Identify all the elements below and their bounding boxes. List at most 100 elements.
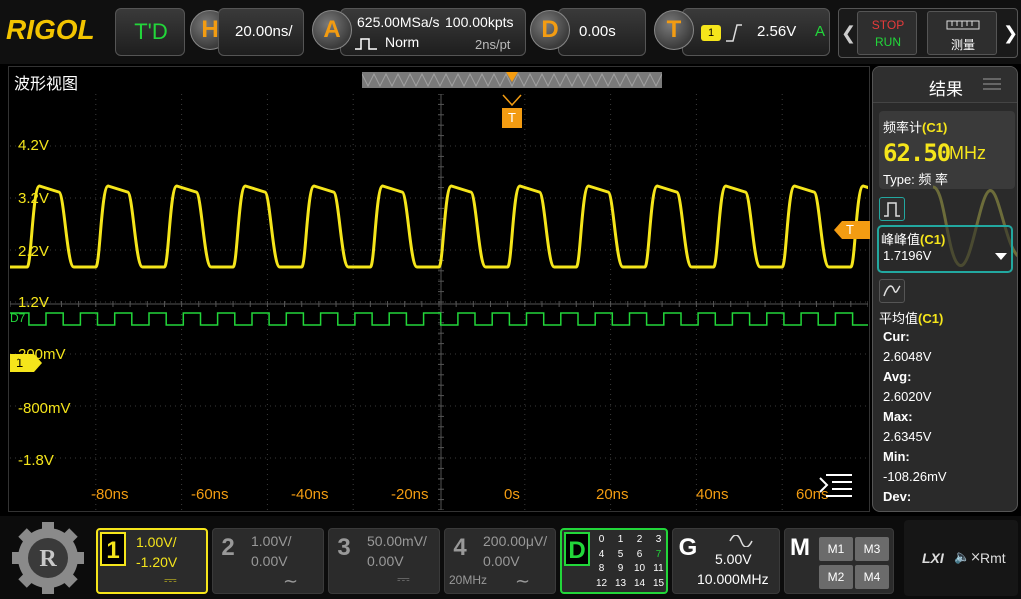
math-m2-button[interactable]: M2 — [819, 565, 853, 589]
channel1-number: 1 — [100, 532, 126, 566]
hamburger-icon[interactable] — [983, 77, 1001, 91]
digital-channel-1: 1 — [617, 534, 624, 545]
channel2-panel[interactable]: 2 1.00V/ 0.00V ∼ — [212, 528, 324, 594]
trigger-position-marker[interactable]: T — [502, 94, 522, 128]
channel4-panel[interactable]: 4 200.00μV/ 0.00V 20MHz ∼ — [444, 528, 556, 594]
remote-status: Rmt — [980, 550, 1006, 566]
lxi-logo: LXI — [922, 550, 944, 566]
trigger-level-marker[interactable]: T — [834, 221, 870, 239]
timebase-value: 20.00ns/ — [235, 23, 293, 40]
math-m3-button[interactable]: M3 — [855, 537, 889, 561]
channel1-scale: 1.00V/ — [136, 534, 177, 550]
channel4-number: 4 — [453, 534, 467, 561]
channel1-panel[interactable]: 1 1.00V/ -1.20V ⎓ — [96, 528, 208, 594]
math-letter: M — [790, 534, 810, 561]
x-label: -40ns — [291, 486, 329, 503]
dev-label: Dev: — [883, 489, 912, 504]
trigger-panel[interactable]: 1 2.56V A — [682, 8, 830, 56]
digital-channel-10: 10 — [633, 563, 646, 574]
channel3-number: 3 — [337, 534, 351, 561]
digital-channel-14: 14 — [633, 577, 646, 589]
channel3-offset: 0.00V — [367, 553, 404, 569]
sample-rate: 625.00MSa/s — [357, 14, 440, 30]
digital-channel-7: 7 — [655, 548, 662, 560]
digital-channel-15: 15 — [652, 577, 665, 589]
average-title: 平均值(C1) — [879, 308, 943, 327]
trigger-source-badge: 1 — [701, 25, 721, 41]
y-label: 3.2V — [18, 190, 49, 207]
ac-coupling-icon: ∼ — [515, 571, 531, 591]
ac-coupling-icon: ∼ — [283, 571, 299, 591]
freq-counter-title: 频率计(C1) — [883, 117, 947, 136]
vpp-label: 峰峰值 — [881, 232, 921, 247]
svg-text:R: R — [39, 546, 57, 572]
digital-channel-label: D7 — [10, 311, 26, 325]
memory-position-bar[interactable] — [362, 70, 662, 90]
generator-panel[interactable]: G 5.00V 10.000MHz — [672, 528, 780, 594]
dropdown-icon[interactable] — [995, 253, 1007, 260]
generator-letter: G — [678, 534, 698, 561]
horizontal-panel[interactable]: 20.00ns/ — [218, 8, 304, 56]
results-header: 结果 — [873, 67, 1017, 103]
mute-icon[interactable]: 🔈× — [954, 550, 981, 565]
vpp-value: 1.7196V — [883, 248, 932, 263]
delay-button[interactable]: D — [530, 10, 570, 50]
y-label: 1.2V — [18, 294, 49, 311]
x-label: 40ns — [696, 486, 729, 503]
run-label: RUN — [875, 35, 901, 49]
x-label: 0s — [504, 486, 520, 503]
average-wave-icon — [883, 285, 901, 297]
trigger-level: 2.56V — [757, 23, 797, 40]
stop-run-button[interactable]: STOP RUN — [857, 11, 917, 55]
chevron-left-icon[interactable]: ❮ — [841, 23, 856, 44]
rigol-logo: RIGOL — [6, 14, 95, 45]
freq-counter-channel: (C1) — [922, 120, 948, 135]
top-toolbar: RIGOL T'D H 20.00ns/ A 625.00MSa/s Norm … — [0, 0, 1021, 64]
vpp-icon[interactable] — [879, 197, 905, 221]
results-title: 结果 — [929, 80, 963, 100]
x-label: -20ns — [391, 486, 429, 503]
y-label: 200mV — [18, 346, 66, 363]
cur-label: Cur: — [883, 329, 910, 344]
max-value: 2.6345V — [883, 429, 932, 444]
y-label: -800mV — [18, 400, 71, 417]
channel4-bandwidth: 20MHz — [449, 573, 488, 587]
average-icon[interactable] — [879, 279, 905, 303]
digital-panel[interactable]: D 0 1 2 3 4 5 6 7 8 9 10 11 12 13 14 15 — [560, 528, 668, 594]
status-area: LXI 🔈× Rmt — [904, 520, 1018, 596]
timebase-mode-label: T'D — [134, 19, 168, 44]
vpp-measurement[interactable]: 峰峰值(C1) 1.7196V — [877, 225, 1013, 273]
math-m4-button[interactable]: M4 — [855, 565, 889, 589]
measure-button[interactable]: 测量 — [927, 11, 997, 55]
digital-channel-3: 3 — [655, 534, 662, 545]
run-control-group: ❮ STOP RUN 测量 ❯ — [838, 8, 1018, 58]
dc-coupling-icon: ⎓ — [397, 571, 410, 588]
chevron-right-icon[interactable]: ❯ — [1003, 23, 1018, 44]
results-panel: 结果 频率计(C1) 62.50 MHz Type: 频 率 峰峰值(C1) 1… — [872, 66, 1018, 512]
trigger-button[interactable]: T — [654, 10, 694, 50]
cur-value: 2.6048V — [883, 349, 932, 364]
y-label: 4.2V — [18, 137, 49, 154]
delay-panel[interactable]: 0.00s — [558, 8, 646, 56]
trigger-position-label: T — [502, 108, 522, 128]
average-channel: (C1) — [918, 311, 944, 326]
trigger-arrow-icon — [502, 94, 522, 107]
math-panel[interactable]: M M1 M3 M2 M4 — [784, 528, 894, 594]
menu-list-icon[interactable] — [818, 472, 854, 498]
x-label: -80ns — [91, 486, 129, 503]
digital-channel-0: 0 — [598, 534, 605, 545]
waveform-plot[interactable] — [10, 94, 868, 510]
freq-unit: MHz — [949, 143, 986, 163]
acquire-button[interactable]: A — [312, 10, 352, 50]
timebase-mode-button[interactable]: T'D — [115, 8, 185, 56]
trigger-level-label: T — [846, 222, 854, 237]
measure-label: 测量 — [950, 38, 975, 52]
waveform-view-title: 波形视图 — [14, 74, 79, 93]
channel3-panel[interactable]: 3 50.00mV/ 0.00V ⎓ — [328, 528, 440, 594]
digital-channel-12: 12 — [595, 577, 608, 589]
gear-icon[interactable]: R — [8, 522, 88, 594]
acquire-panel[interactable]: 625.00MSa/s Norm 100.00kpts 2ns/pt — [340, 8, 526, 56]
math-m1-button[interactable]: M1 — [819, 537, 853, 561]
memory-depth: 100.00kpts — [445, 14, 514, 30]
channel2-number: 2 — [221, 534, 235, 561]
